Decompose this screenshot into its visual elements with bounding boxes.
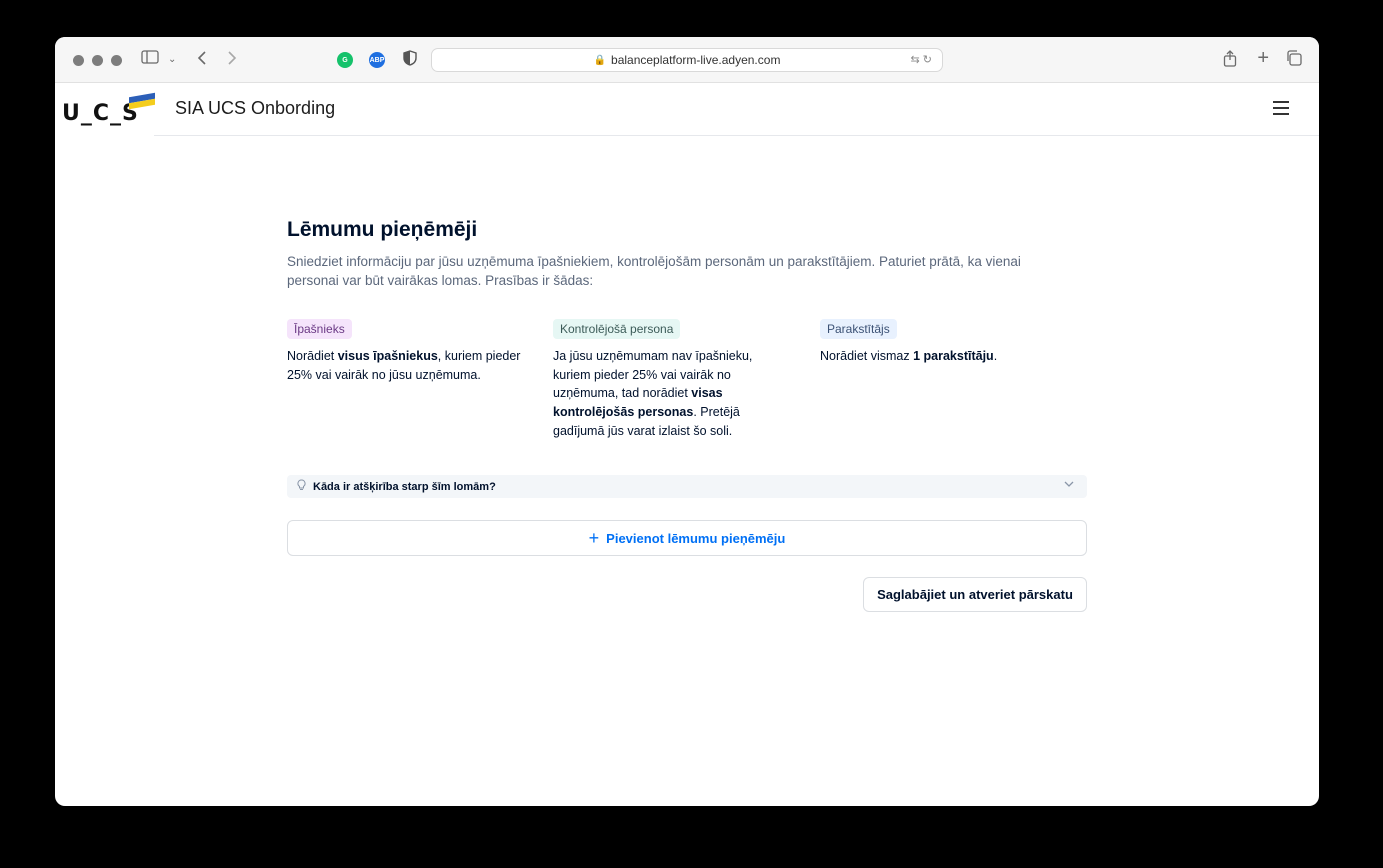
decision-makers-section: Lēmumu pieņēmēji Sniedziet informāciju p… [287,218,1087,612]
accordion-label: Kāda ir atšķirība starp šīm lomām? [313,480,496,493]
zoom-window-icon[interactable] [111,55,122,66]
role-text-owner: Norādiet visus īpašniekus, kuriem pieder… [287,349,521,382]
translate-reload-icons[interactable]: ⇆ ↻ [911,53,933,66]
add-decision-maker-label: Pievienot lēmumu pieņēmēju [606,530,786,546]
minimize-window-icon[interactable] [92,55,103,66]
plus-icon: + [588,528,600,548]
lock-icon: 🔒 [593,54,607,66]
url-text: balanceplatform-live.adyen.com [611,53,781,67]
chevron-down-icon[interactable]: ⌄ [168,50,176,70]
role-tag-signatory: Parakstītājs [820,319,897,339]
chevron-down-icon [1063,478,1075,493]
role-controlling-person: Kontrolējošā persona Ja jūsu uzņēmumam n… [553,319,773,441]
close-window-icon[interactable] [73,55,84,66]
save-and-review-button[interactable]: Saglabājiet un atveriet pārskatu [863,577,1087,612]
back-icon[interactable] [197,50,207,72]
role-text-controlling-person: Ja jūsu uzņēmumam nav īpašnieku, kuriem … [553,349,753,438]
privacy-shield-icon[interactable] [403,50,417,72]
app-title: SIA UCS Onbording [175,98,336,118]
role-text-signatory: Norādiet vismaz 1 parakstītāju. [820,349,998,363]
address-bar[interactable]: 🔒 balanceplatform-live.adyen.com ⇆ ↻ [431,48,943,72]
browser-toolbar: ⌄ G ABP 🔒 balanceplatform-live.adyen.com… [55,37,1319,83]
browser-window: ⌄ G ABP 🔒 balanceplatform-live.adyen.com… [55,37,1319,806]
add-decision-maker-button[interactable]: + Pievienot lēmumu pieņēmēju [287,520,1087,556]
forward-icon[interactable] [227,50,237,72]
new-tab-icon[interactable]: + [1257,48,1269,68]
lightbulb-icon [297,479,306,494]
page-title: Lēmumu pieņēmēji [287,218,478,241]
roles-difference-accordion[interactable]: Kāda ir atšķirība starp šīm lomām? [287,475,1087,498]
menu-icon[interactable] [1273,101,1289,115]
share-icon[interactable] [1223,50,1237,73]
grammarly-extension-icon[interactable]: G [337,52,353,68]
ucs-logo[interactable]: U_C_S [62,92,155,127]
role-tag-owner: Īpašnieks [287,319,352,339]
tab-overview-icon[interactable] [1286,50,1302,72]
logo-text: U_C_S [62,101,139,126]
sidebar-icon[interactable] [141,50,159,70]
role-tag-controlling-person: Kontrolējošā persona [553,319,681,339]
page-description: Sniedziet informāciju par jūsu uzņēmuma … [287,254,1021,288]
window-controls [73,55,122,66]
header-divider [154,135,1319,136]
adblock-extension-icon[interactable]: ABP [369,52,385,68]
role-owner: Īpašnieks Norādiet visus īpašniekus, kur… [287,319,537,384]
role-signatory: Parakstītājs Norādiet vismaz 1 parakstīt… [820,319,1070,366]
app-header: U_C_S SIA UCS Onbording [55,83,1319,136]
